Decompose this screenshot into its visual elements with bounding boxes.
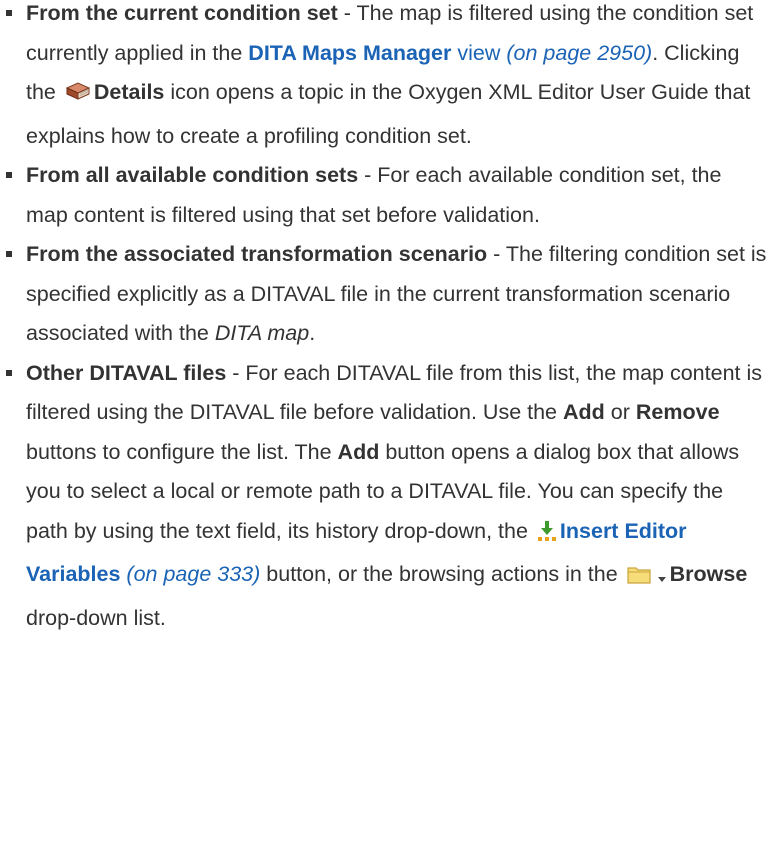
list-item: From all available condition sets - For … <box>0 156 768 235</box>
bullet <box>6 369 12 376</box>
folder-icon <box>627 559 651 599</box>
bullet <box>6 172 12 178</box>
item-title: From all available condition sets <box>26 163 359 187</box>
page-reference-link[interactable]: (on page 333) <box>126 562 260 586</box>
dropdown-arrow-icon <box>657 559 667 599</box>
add-label: Add <box>337 439 380 464</box>
remove-label: Remove <box>635 400 720 424</box>
list-item: From the current condition set - The map… <box>0 0 768 156</box>
document-body: From the current condition set - The map… <box>0 0 770 638</box>
add-label: Add <box>563 400 605 424</box>
bullet <box>6 251 12 257</box>
details-label: Details <box>93 80 165 104</box>
list-item: Other DITAVAL files - For each DITAVAL f… <box>0 354 768 639</box>
dita-maps-manager-link[interactable]: DITA Maps Manager view <box>248 41 500 65</box>
item-title: Other DITAVAL files <box>26 360 227 385</box>
item-title: From the associated transformation scena… <box>26 242 488 266</box>
option-list: From the current condition set - The map… <box>0 0 770 638</box>
book-icon <box>65 77 91 117</box>
list-item: From the associated transformation scena… <box>0 235 768 354</box>
page-reference-link[interactable]: (on page 2950) <box>506 41 652 65</box>
browse-label: Browse <box>669 562 748 586</box>
dita-map-term: DITA map <box>214 321 310 345</box>
insert-variables-icon <box>537 516 557 556</box>
item-title: From the current condition set <box>26 1 338 25</box>
bullet <box>6 10 12 16</box>
